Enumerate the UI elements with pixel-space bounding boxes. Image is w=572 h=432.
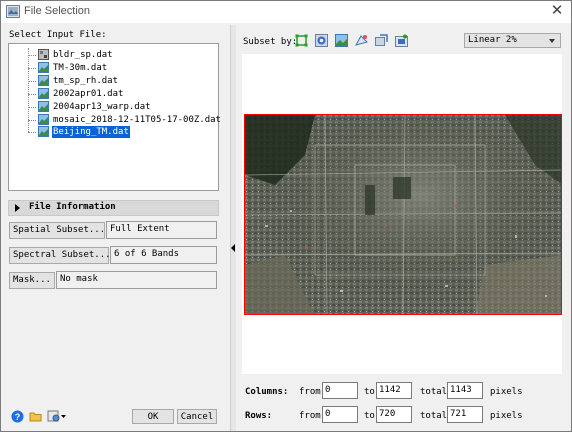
tree-connector xyxy=(28,80,36,82)
satellite-image-thumbnail xyxy=(245,115,561,314)
columns-from-input[interactable]: 0 xyxy=(322,382,358,399)
rows-from-label: from xyxy=(299,411,321,421)
panel-splitter[interactable] xyxy=(230,25,236,431)
color-image-icon xyxy=(38,61,49,73)
tree-connector xyxy=(28,67,36,69)
expand-arrow-icon xyxy=(15,204,20,212)
ok-button[interactable]: OK xyxy=(132,409,174,424)
tree-connector xyxy=(28,55,36,56)
subset-by-label: Subset by: xyxy=(243,37,298,47)
file-name: mosaic_2018-12-11T05-17-00Z.dat xyxy=(53,114,221,125)
envi-app-icon xyxy=(6,5,20,18)
file-subset-icon[interactable] xyxy=(335,34,348,47)
input-file-list[interactable]: bldr_sp.dat TM-30m.dat tm_sp_rh.dat 2002apr… xyxy=(8,43,221,191)
grayscale-image-icon xyxy=(38,49,49,60)
file-information-label: File Information xyxy=(29,202,116,212)
spectral-subset-value: 6 of 6 Bands xyxy=(110,246,217,264)
mask-button[interactable]: Mask... xyxy=(9,272,55,289)
tree-connector xyxy=(28,132,36,134)
rows-unit-label: pixels xyxy=(490,411,523,421)
title-bar: File Selection ✕ xyxy=(1,1,571,23)
svg-text:?: ? xyxy=(15,412,21,422)
rows-to-label: to xyxy=(364,411,375,421)
map-subset-icon[interactable] xyxy=(315,34,328,47)
image-subset-icon[interactable] xyxy=(295,34,308,47)
file-information-expander[interactable]: File Information xyxy=(8,200,219,216)
columns-total-field: 1143 xyxy=(447,382,483,399)
columns-unit-label: pixels xyxy=(490,387,523,397)
file-name: 2004apr13_warp.dat xyxy=(53,101,151,112)
columns-from-label: from xyxy=(299,387,321,397)
columns-total-label: total xyxy=(420,387,448,397)
rows-to-input[interactable]: 720 xyxy=(376,406,412,423)
select-input-file-label: Select Input File: xyxy=(9,30,107,40)
file-name: tm_sp_rh.dat xyxy=(53,75,119,86)
tree-connector xyxy=(28,93,36,95)
file-name: TM-30m.dat xyxy=(53,62,108,73)
chevron-down-icon xyxy=(549,39,555,43)
tree-connector xyxy=(28,106,36,108)
rows-total-label: total xyxy=(420,411,448,421)
columns-to-input[interactable]: 1142 xyxy=(376,382,412,399)
file-name: 2002apr01.dat xyxy=(53,88,124,99)
view-subset-icon[interactable] xyxy=(395,34,408,47)
vector-subset-icon[interactable] xyxy=(375,34,388,47)
file-name: Beijing_TM.dat xyxy=(52,126,130,139)
spatial-subset-value: Full Extent xyxy=(106,221,217,239)
columns-label: Columns: xyxy=(245,387,289,397)
close-icon[interactable]: ✕ xyxy=(549,3,565,19)
image-preview[interactable] xyxy=(244,114,562,315)
cancel-button[interactable]: Cancel xyxy=(177,409,217,424)
roi-subset-icon[interactable] xyxy=(355,34,368,47)
spectral-subset-button[interactable]: Spectral Subset... xyxy=(9,247,111,264)
mask-value: No mask xyxy=(56,271,217,289)
file-name: bldr_sp.dat xyxy=(53,50,113,60)
tree-connector xyxy=(28,119,36,121)
open-folder-icon[interactable] xyxy=(29,410,43,423)
rows-total-field: 721 xyxy=(447,406,483,423)
color-image-icon xyxy=(38,126,49,138)
stretch-selected-value: Linear 2% xyxy=(468,35,517,45)
columns-to-label: to xyxy=(364,387,375,397)
options-icon[interactable] xyxy=(47,410,67,423)
rows-label: Rows: xyxy=(245,411,273,421)
file-selection-dialog: File Selection ✕ Select Input File: bldr… xyxy=(0,0,572,432)
color-image-icon xyxy=(38,74,49,86)
rows-from-input[interactable]: 0 xyxy=(322,406,358,423)
color-image-icon xyxy=(38,113,49,125)
window-title: File Selection xyxy=(24,5,91,17)
collapse-arrow-icon[interactable] xyxy=(231,244,235,252)
color-image-icon xyxy=(38,100,49,112)
help-icon[interactable]: ? xyxy=(11,410,24,423)
color-image-icon xyxy=(38,87,49,99)
stretch-select[interactable]: Linear 2% xyxy=(464,33,561,48)
spatial-subset-button[interactable]: Spatial Subset... xyxy=(9,222,105,239)
